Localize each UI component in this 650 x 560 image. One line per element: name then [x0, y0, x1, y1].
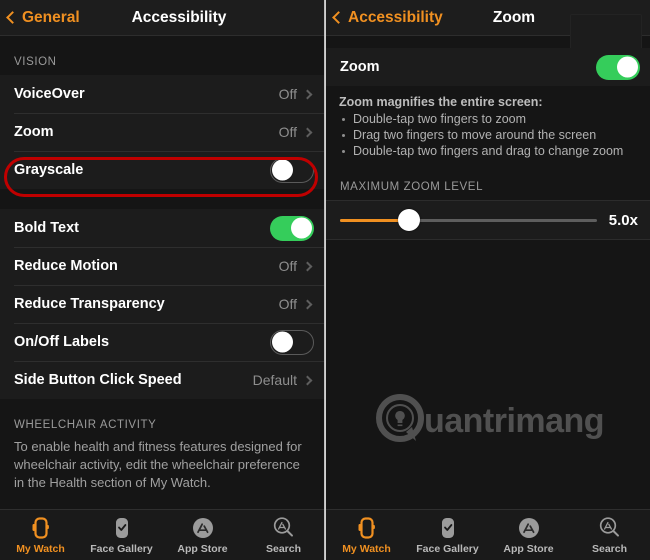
row-label: Side Button Click Speed [14, 372, 182, 388]
hint-title: Zoom magnifies the entire screen: [339, 95, 543, 109]
toggle-knob [617, 56, 638, 78]
toggle-knob [272, 331, 293, 353]
section-header-max-zoom-level: MAXIMUM ZOOM LEVEL [340, 181, 484, 193]
row-bold-text[interactable]: Bold Text [0, 209, 324, 247]
slider-thumb[interactable] [398, 209, 421, 231]
row-reduce-transparency[interactable]: Reduce Transparency Off [0, 285, 324, 323]
hint-item: Double-tap two fingers to zoom [339, 111, 638, 127]
row-value: Default [252, 372, 297, 388]
row-value: Off [278, 258, 297, 274]
row-label: Bold Text [14, 220, 79, 236]
row-reduce-motion[interactable]: Reduce Motion Off [0, 247, 324, 285]
watermark-text: uantrimang [423, 402, 605, 440]
tab-label: App Store [177, 542, 228, 555]
footer-gap [0, 399, 324, 419]
app-store-icon [518, 516, 540, 540]
back-button-general[interactable]: General [0, 9, 80, 27]
watch-outline-icon [357, 516, 377, 540]
watch-check-icon [438, 516, 458, 540]
tab-my-watch[interactable]: My Watch [0, 510, 81, 560]
zoom-screen: Accessibility Zoom Zoom Zoom magnifies t… [325, 0, 650, 560]
slider-value-label: 5.0x [608, 211, 638, 229]
top-spacer [0, 36, 324, 56]
zoom-toggle-list: Zoom [326, 48, 650, 86]
right-navbar: Accessibility Zoom [326, 0, 650, 61]
row-zoom[interactable]: Zoom Off [0, 113, 324, 151]
toggle-knob [272, 159, 293, 181]
bold-text-toggle[interactable] [270, 215, 314, 241]
tab-search[interactable]: Search [243, 510, 324, 560]
top-spacer [326, 36, 650, 48]
row-value: Off [278, 124, 297, 140]
row-label: On/Off Labels [14, 334, 110, 350]
display-list: Bold Text Reduce Motion Off Reduce Trans… [0, 209, 324, 399]
vision-list: VoiceOver Off Zoom Off Grayscale [0, 75, 324, 189]
grayscale-toggle[interactable] [270, 157, 314, 183]
tab-label: Face Gallery [90, 542, 153, 555]
search-appstore-icon [598, 516, 621, 540]
row-label: Grayscale [14, 162, 84, 178]
left-navbar: General Accessibility [0, 0, 324, 36]
tab-my-watch[interactable]: My Watch [326, 510, 407, 560]
row-label: Zoom [340, 59, 380, 75]
right-content: Zoom Zoom magnifies the entire screen: D… [326, 36, 650, 525]
chevron-right-icon [302, 261, 313, 271]
watermark: uantrimang [326, 391, 650, 452]
row-onoff-labels[interactable]: On/Off Labels [0, 323, 324, 361]
accessibility-screen: General Accessibility VISION VoiceOver O… [0, 0, 325, 560]
row-value: Off [278, 86, 297, 102]
chevron-left-icon [6, 11, 19, 24]
row-label: VoiceOver [14, 86, 85, 102]
hint-item: Drag two fingers to move around the scre… [339, 127, 638, 143]
tab-app-store[interactable]: App Store [162, 510, 243, 560]
chevron-left-icon [332, 11, 345, 24]
search-appstore-icon [272, 516, 295, 540]
row-label: Reduce Motion [14, 258, 118, 274]
tab-label: My Watch [16, 542, 65, 555]
section-header-wheelchair: WHEELCHAIR ACTIVITY [14, 419, 157, 431]
zoom-hint-block: Zoom magnifies the entire screen: Double… [326, 86, 650, 169]
quantrimang-logo-icon [372, 391, 428, 452]
chevron-right-icon [302, 299, 313, 309]
tab-search[interactable]: Search [569, 510, 650, 560]
left-content: VISION VoiceOver Off Zoom Off Grayscale [0, 36, 324, 525]
max-zoom-slider[interactable] [340, 209, 597, 231]
chevron-right-icon [302, 89, 313, 99]
row-label: Reduce Transparency [14, 296, 165, 312]
right-tabbar: My Watch Face Gallery App Store Search [326, 509, 650, 560]
row-label: Zoom [14, 124, 54, 140]
row-voiceover[interactable]: VoiceOver Off [0, 75, 324, 113]
tab-label: Face Gallery [416, 542, 479, 555]
row-value: Off [278, 296, 297, 312]
row-zoom-toggle[interactable]: Zoom [326, 48, 650, 86]
tab-face-gallery[interactable]: Face Gallery [81, 510, 162, 560]
tab-label: Search [265, 542, 302, 555]
tab-label: Search [591, 542, 628, 555]
tab-face-gallery[interactable]: Face Gallery [407, 510, 488, 560]
app-store-icon [192, 516, 214, 540]
chevron-right-icon [302, 127, 313, 137]
slider-gap [326, 169, 650, 181]
back-button-label: Accessibility [348, 8, 443, 26]
toggle-knob [291, 217, 312, 239]
tab-app-store[interactable]: App Store [488, 510, 569, 560]
back-button-label: General [22, 8, 80, 26]
wheelchair-description: To enable health and fitness features de… [14, 439, 302, 490]
tab-label: My Watch [342, 542, 391, 555]
screenshot-root: General Accessibility VISION VoiceOver O… [0, 0, 650, 560]
max-zoom-slider-row: 5.0x [326, 200, 650, 240]
zoom-toggle[interactable] [596, 54, 640, 80]
left-tabbar: My Watch Face Gallery App Store Search [0, 509, 324, 560]
watch-check-icon [112, 516, 132, 540]
onoff-labels-toggle[interactable] [270, 329, 314, 355]
section-header-vision: VISION [14, 56, 57, 68]
back-button-accessibility[interactable]: Accessibility [326, 9, 443, 27]
watch-outline-icon [31, 516, 51, 540]
row-side-button-click-speed[interactable]: Side Button Click Speed Default [0, 361, 324, 399]
tab-label: App Store [503, 542, 554, 555]
hint-item: Double-tap two fingers and drag to chang… [339, 143, 638, 159]
chevron-right-icon [302, 375, 313, 385]
row-grayscale[interactable]: Grayscale [0, 151, 324, 189]
